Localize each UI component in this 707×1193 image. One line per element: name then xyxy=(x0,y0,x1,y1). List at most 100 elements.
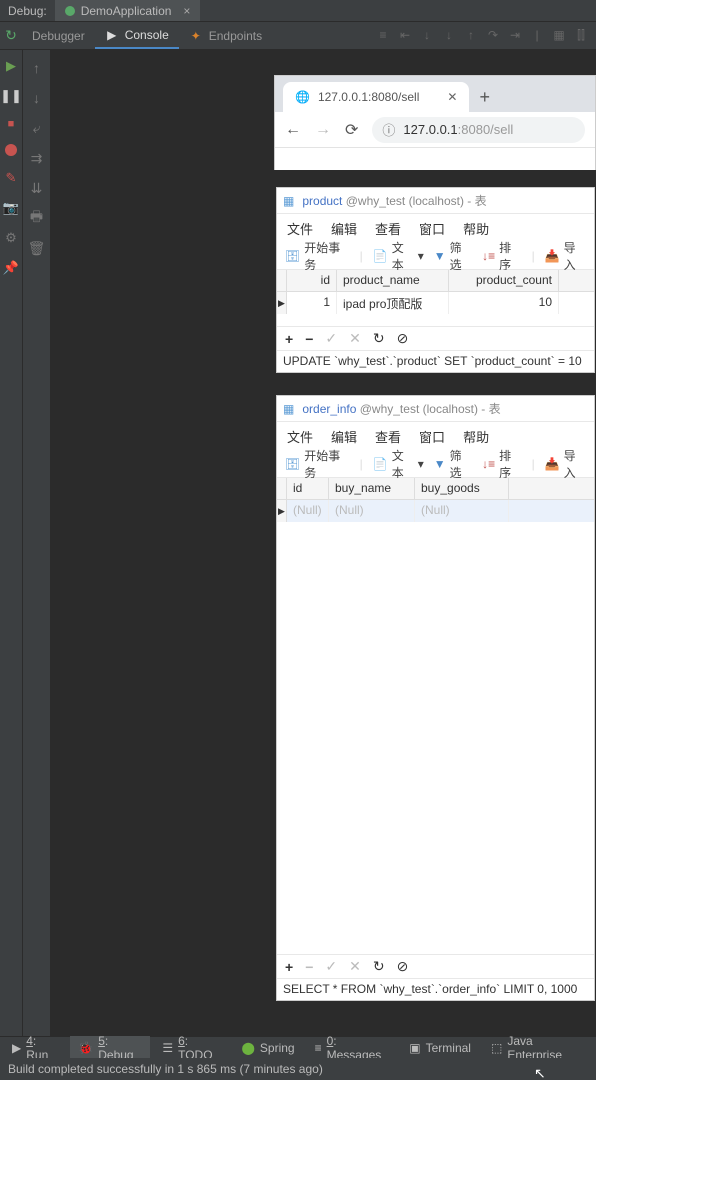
pin-icon[interactable]: 📌 xyxy=(3,260,19,276)
sql-status: UPDATE `why_test`.`product` SET `product… xyxy=(277,350,594,372)
db-window-product: ▦ product @why_test (localhost) - 表 文件 编… xyxy=(276,187,595,373)
tree-icon2[interactable]: ⇊ xyxy=(27,178,47,198)
resume-icon[interactable]: ▶ xyxy=(6,58,16,74)
add-row-button[interactable]: + xyxy=(285,331,293,347)
col-id[interactable]: id xyxy=(287,478,329,499)
menu-help[interactable]: 帮助 xyxy=(463,427,489,446)
cell-id[interactable]: (Null) xyxy=(287,500,329,522)
delete-row-button[interactable]: − xyxy=(305,959,313,975)
cancel-button[interactable]: ✕ xyxy=(349,330,361,347)
breakpoint-icon[interactable] xyxy=(5,144,17,156)
debug-run-tab[interactable]: DemoApplication × xyxy=(55,0,201,21)
close-icon[interactable]: × xyxy=(183,4,190,18)
info-icon: ⓘ xyxy=(382,120,395,139)
stop-button[interactable]: ⊘ xyxy=(397,958,409,975)
menu-file[interactable]: 文件 xyxy=(287,427,313,446)
edit-icon[interactable]: ✎ xyxy=(6,170,17,186)
up-icon[interactable]: ↑ xyxy=(27,58,47,78)
rerun-button[interactable]: ↻ xyxy=(0,22,22,49)
cell-buy-goods[interactable]: (Null) xyxy=(415,500,509,522)
menu-view[interactable]: 查看 xyxy=(375,427,401,446)
gear-icon[interactable]: ⚙ xyxy=(5,230,17,246)
refresh-button[interactable]: ↻ xyxy=(373,958,385,975)
back-button[interactable]: ← xyxy=(285,121,301,139)
begin-tx-button[interactable]: 🗄开始事务 xyxy=(285,447,350,481)
sort-button[interactable]: ↓≡排序 xyxy=(482,447,521,481)
wrap-icon[interactable]: ⤶ xyxy=(27,118,47,138)
col-product-count[interactable]: product_count xyxy=(449,270,559,291)
tab-endpoints[interactable]: ✦ Endpoints xyxy=(179,22,272,49)
menu-window[interactable]: 窗口 xyxy=(419,427,445,446)
cell-count[interactable]: 10 xyxy=(449,292,559,314)
filter-icon[interactable]: ≡ xyxy=(374,28,392,43)
toolbar-extra-icons: ≡ ⇤ ↓ ↓ ↑ ↷ ⇥ | ▦ ⫿⫿ xyxy=(374,28,596,43)
table-row[interactable]: ▶ (Null) (Null) (Null) xyxy=(277,500,594,522)
menu-view[interactable]: 查看 xyxy=(375,219,401,238)
tree-icon[interactable]: ⇉ xyxy=(27,148,47,168)
tool-spring[interactable]: ⬤Spring xyxy=(233,1041,302,1055)
trash-icon[interactable]: 🗑 xyxy=(27,238,47,258)
new-tab-button[interactable]: + xyxy=(479,87,490,112)
step-icon[interactable]: ⇤ xyxy=(396,28,414,43)
apply-button[interactable]: ✓ xyxy=(325,958,337,975)
cancel-button[interactable]: ✕ xyxy=(349,958,361,975)
close-tab-icon[interactable]: ✕ xyxy=(447,90,457,104)
run-status-icon xyxy=(65,6,75,16)
down-icon[interactable]: ↓ xyxy=(27,88,47,108)
filter-button[interactable]: ▼筛选 xyxy=(434,447,472,481)
status-line: Build completed successfully in 1 s 865 … xyxy=(0,1058,596,1080)
pause-icon[interactable]: ❚❚ xyxy=(0,88,22,104)
db-window-order: ▦ order_info @why_test (localhost) - 表 文… xyxy=(276,395,595,1001)
cell-name[interactable]: ipad pro顶配版 xyxy=(337,292,449,314)
layout-icon[interactable]: ▦ xyxy=(550,28,568,43)
console-icon: ▶ xyxy=(105,28,119,42)
browser-tab[interactable]: 🌐 127.0.0.1:8080/sell ✕ xyxy=(283,82,469,112)
tab-title: 127.0.0.1:8080/sell xyxy=(318,90,419,104)
col-buy-name[interactable]: buy_name xyxy=(329,478,415,499)
table-icon: ▦ xyxy=(283,194,294,208)
step-icon[interactable]: ↑ xyxy=(462,28,480,43)
col-buy-goods[interactable]: buy_goods xyxy=(415,478,509,499)
menu-edit[interactable]: 编辑 xyxy=(331,427,357,446)
step-icon[interactable]: ↓ xyxy=(440,28,458,43)
menu-help[interactable]: 帮助 xyxy=(463,219,489,238)
camera-icon[interactable]: 📷 xyxy=(3,200,19,216)
globe-icon: 🌐 xyxy=(295,90,310,104)
delete-row-button[interactable]: − xyxy=(305,331,313,347)
url-bar[interactable]: ⓘ 127.0.0.1:8080/sell xyxy=(372,117,585,143)
add-row-button[interactable]: + xyxy=(285,959,293,975)
filter-button[interactable]: ▼筛选 xyxy=(434,239,472,273)
text-mode-button[interactable]: 📄文本 ▾ xyxy=(373,239,424,273)
app-name: DemoApplication xyxy=(81,4,172,18)
step-icon[interactable]: ↷ xyxy=(484,28,502,43)
sql-status: SELECT * FROM `why_test`.`order_info` LI… xyxy=(277,978,594,1000)
refresh-button[interactable]: ↻ xyxy=(373,330,385,347)
cell-buy-name[interactable]: (Null) xyxy=(329,500,415,522)
tab-debugger[interactable]: Debugger xyxy=(22,22,95,49)
menu-edit[interactable]: 编辑 xyxy=(331,219,357,238)
menu-file[interactable]: 文件 xyxy=(287,219,313,238)
tool-terminal[interactable]: ▣Terminal xyxy=(401,1041,479,1055)
apply-button[interactable]: ✓ xyxy=(325,330,337,347)
stop-icon[interactable]: ■ xyxy=(8,118,15,130)
step-icon[interactable]: ↓ xyxy=(418,28,436,43)
import-button[interactable]: 📥导入 xyxy=(545,447,586,481)
reload-button[interactable]: ⟳ xyxy=(345,120,358,140)
cell-id[interactable]: 1 xyxy=(287,292,337,314)
table-row[interactable]: ▶ 1 ipad pro顶配版 10 xyxy=(277,292,594,314)
menu-window[interactable]: 窗口 xyxy=(419,219,445,238)
tab-console[interactable]: ▶ Console xyxy=(95,22,179,49)
begin-tx-button[interactable]: 🗄开始事务 xyxy=(285,239,350,273)
stop-button[interactable]: ⊘ xyxy=(397,330,409,347)
import-button[interactable]: 📥导入 xyxy=(545,239,586,273)
layout-icon[interactable]: ⫿⫿ xyxy=(572,28,590,43)
print-icon[interactable]: 🖶 xyxy=(27,208,47,228)
table-icon: ▦ xyxy=(283,402,294,416)
sort-button[interactable]: ↓≡排序 xyxy=(482,239,521,273)
col-id[interactable]: id xyxy=(287,270,337,291)
text-mode-button[interactable]: 📄文本 ▾ xyxy=(373,447,424,481)
col-product-name[interactable]: product_name xyxy=(337,270,449,291)
step-icon[interactable]: ⇥ xyxy=(506,28,524,43)
forward-button[interactable]: → xyxy=(315,121,331,139)
browser-window: 🌐 127.0.0.1:8080/sell ✕ + ← → ⟳ ⓘ 127.0.… xyxy=(274,75,596,170)
